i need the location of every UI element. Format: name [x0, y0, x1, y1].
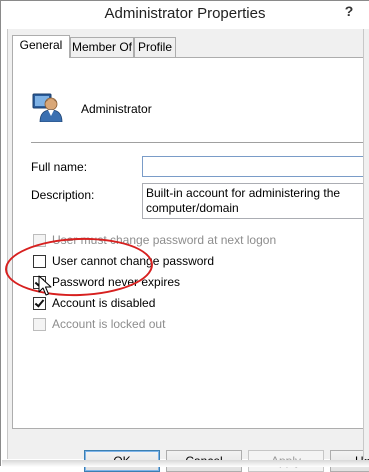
- tab-profile[interactable]: Profile: [134, 37, 176, 57]
- description-line-2: computer/domain: [146, 201, 239, 215]
- user-account-icon: [32, 93, 63, 122]
- section-divider: [31, 142, 369, 143]
- checkbox-label: Account is locked out: [52, 317, 166, 331]
- description-label: Description:: [31, 188, 95, 202]
- full-name-label: Full name:: [31, 160, 88, 174]
- properties-window: Administrator Properties ? General Membe…: [0, 0, 369, 472]
- checkmark-icon: [34, 297, 45, 308]
- help-icon[interactable]: ?: [341, 3, 357, 21]
- tab-general[interactable]: General: [12, 35, 70, 58]
- title-bar[interactable]: Administrator Properties ?: [1, 1, 369, 29]
- description-line-1: Built-in account for administering the: [146, 186, 341, 200]
- description-input[interactable]: Built-in account for administering the c…: [142, 183, 369, 219]
- mouse-pointer-icon: [38, 275, 52, 296]
- full-name-input[interactable]: [142, 156, 369, 177]
- description-value: Built-in account for administering the c…: [146, 186, 340, 216]
- tab-member-of[interactable]: Member Of: [70, 37, 134, 57]
- checkbox-box[interactable]: [33, 297, 46, 310]
- window-right-edge: [363, 29, 369, 459]
- user-name: Administrator: [81, 102, 152, 116]
- window-title: Administrator Properties: [104, 5, 266, 22]
- checkbox-box[interactable]: [33, 318, 46, 331]
- checkbox-label: Account is disabled: [52, 296, 156, 310]
